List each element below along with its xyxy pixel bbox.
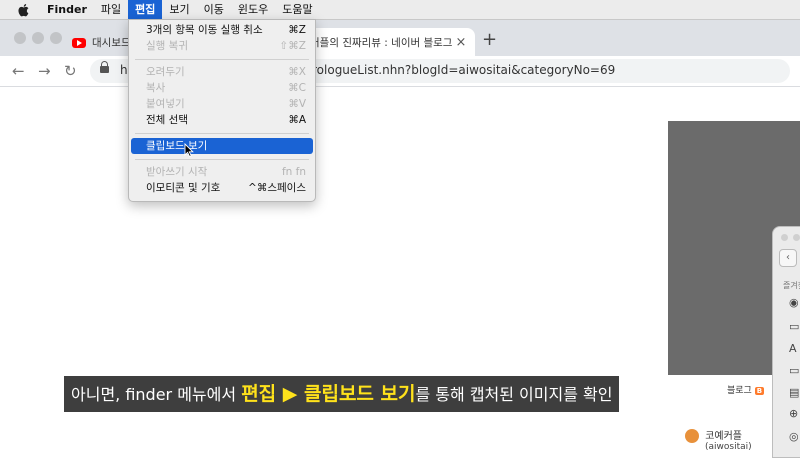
menu-item-redo-label: 실행 복귀 xyxy=(146,40,188,52)
menu-item-copy[interactable]: 복사 ⌘C xyxy=(129,80,315,96)
menu-separator xyxy=(135,59,309,60)
menu-item-emoji-symbols-label: 이모티콘 및 기호 xyxy=(146,182,221,194)
blog-user-id: (aiwositai) xyxy=(705,442,752,452)
tab-close-icon[interactable]: × xyxy=(453,35,469,50)
menu-edit[interactable]: 편집 xyxy=(128,0,163,19)
menu-item-copy-shortcut: ⌘C xyxy=(288,82,306,94)
caption-text-end: 를 통해 캡처된 이미지를 확인 xyxy=(415,385,613,404)
new-tab-button[interactable]: + xyxy=(482,30,497,50)
blog-tag-badge: B xyxy=(754,387,765,395)
menu-item-emoji-symbols-shortcut: ^⌘스페이스 xyxy=(248,182,306,194)
url-text: rologueList.nhn?blogId=aiwositai&categor… xyxy=(312,63,616,77)
apple-logo-icon[interactable] xyxy=(16,2,32,18)
tab-naver-blog[interactable]: 커플의 진짜리뷰 : 네이버 블로그 × xyxy=(300,28,475,56)
menu-item-redo[interactable]: 실행 복귀 ⇧⌘Z xyxy=(129,38,315,54)
menu-item-start-dictation-shortcut: fn fn xyxy=(281,166,306,178)
menu-view[interactable]: 보기 xyxy=(162,0,196,19)
menu-item-show-clipboard-label: 클립보드 보기 xyxy=(146,140,208,152)
airdrop-icon[interactable]: ◉ xyxy=(789,297,800,309)
menu-item-paste-label: 붙여넣기 xyxy=(146,98,185,110)
tab-dashboard[interactable]: 대시보드 xyxy=(72,29,132,56)
reload-icon[interactable]: ↻ xyxy=(64,61,77,81)
blog-user[interactable]: 코예커플 xyxy=(685,427,742,443)
back-arrow-icon[interactable]: ← xyxy=(12,61,25,81)
forward-arrow-icon[interactable]: → xyxy=(38,61,51,81)
menu-item-start-dictation-label: 받아쓰기 시작 xyxy=(146,166,208,178)
menu-item-undo-label: 3개의 항목 이동 실행 취소 xyxy=(146,24,263,36)
menu-item-undo[interactable]: 3개의 항목 이동 실행 취소 ⌘Z xyxy=(129,22,315,38)
menu-finder[interactable]: Finder xyxy=(40,0,94,19)
menu-window[interactable]: 윈도우 xyxy=(231,0,275,19)
finder-close-button[interactable] xyxy=(781,234,788,241)
menu-item-redo-shortcut: ⇧⌘Z xyxy=(279,40,307,52)
window-close-button[interactable] xyxy=(14,32,26,44)
finder-minimize-button[interactable] xyxy=(793,234,800,241)
menu-item-undo-shortcut: ⌘Z xyxy=(288,24,306,36)
blog-tag: 블로그 B xyxy=(727,383,765,396)
menu-item-select-all-label: 전체 선택 xyxy=(146,114,188,126)
browser-tab-strip: 대시보드 커플의 진짜리뷰 : 네이버 블로그 × + xyxy=(0,20,800,56)
icloud-icon[interactable]: ◎ xyxy=(789,431,800,443)
menu-item-paste[interactable]: 붙여넣기 ⌘V xyxy=(129,96,315,112)
menu-item-cut-label: 오려두기 xyxy=(146,66,185,78)
desktop-icon[interactable]: ▭ xyxy=(789,365,800,377)
edit-menu-dropdown: 3개의 항목 이동 실행 취소 ⌘Z 실행 복귀 ⇧⌘Z 오려두기 ⌘X 복사 … xyxy=(128,19,316,202)
menu-item-copy-label: 복사 xyxy=(146,82,166,94)
blog-tag-label: 블로그 xyxy=(727,386,752,396)
caption-highlight: 편집 ▶ 클립보드 보기 xyxy=(241,383,416,405)
lock-icon xyxy=(100,61,109,73)
applications-icon[interactable]: A xyxy=(789,343,800,355)
menu-item-cut-shortcut: ⌘X xyxy=(288,66,306,78)
menu-item-show-clipboard[interactable]: 클립보드 보기 xyxy=(131,138,313,154)
browser-toolbar: ← → ↻ h rologueList.nhn?blogId=aiwositai… xyxy=(0,56,800,87)
menu-go[interactable]: 이동 xyxy=(197,0,231,19)
menu-item-cut[interactable]: 오려두기 ⌘X xyxy=(129,64,315,80)
window-zoom-button[interactable] xyxy=(50,32,62,44)
menu-item-select-all[interactable]: 전체 선택 ⌘A xyxy=(129,112,315,128)
blog-user-name: 코예커플 xyxy=(705,431,742,442)
menu-separator xyxy=(135,159,309,160)
downloads-icon[interactable]: ⊕ xyxy=(789,408,800,420)
avatar xyxy=(685,429,699,443)
menu-file[interactable]: 파일 xyxy=(94,0,128,19)
finder-window-edge: ‹ 즐겨찾 ◉ ▭ A ▭ ▤ ⊕ ◎ xyxy=(772,226,800,458)
youtube-icon xyxy=(72,37,86,48)
menu-separator xyxy=(135,133,309,134)
menu-item-select-all-shortcut: ⌘A xyxy=(288,114,306,126)
tab-dashboard-label: 대시보드 xyxy=(92,37,131,49)
finder-favorites-label: 즐겨찾 xyxy=(783,281,800,290)
menu-help[interactable]: 도움말 xyxy=(275,0,319,19)
menu-item-paste-shortcut: ⌘V xyxy=(288,98,306,110)
finder-back-icon[interactable]: ‹ xyxy=(779,249,797,267)
mac-menubar: Finder 파일 편집 보기 이동 윈도우 도움말 xyxy=(0,0,800,20)
menu-item-emoji-symbols[interactable]: 이모티콘 및 기호 ^⌘스페이스 xyxy=(129,180,315,196)
url-prefix: h xyxy=(120,63,128,77)
subtitle-caption: 아니면, finder 메뉴에서 편집 ▶ 클립보드 보기를 통해 캡처된 이미… xyxy=(64,376,620,412)
window-minimize-button[interactable] xyxy=(32,32,44,44)
documents-icon[interactable]: ▤ xyxy=(789,387,800,399)
caption-text-start: 아니면, finder 메뉴에서 xyxy=(71,385,242,404)
recents-icon[interactable]: ▭ xyxy=(789,321,800,333)
tab-naver-blog-label: 커플의 진짜리뷰 : 네이버 블로그 xyxy=(310,36,453,49)
mouse-pointer-icon xyxy=(184,143,194,157)
menu-item-start-dictation[interactable]: 받아쓰기 시작 fn fn xyxy=(129,164,315,180)
